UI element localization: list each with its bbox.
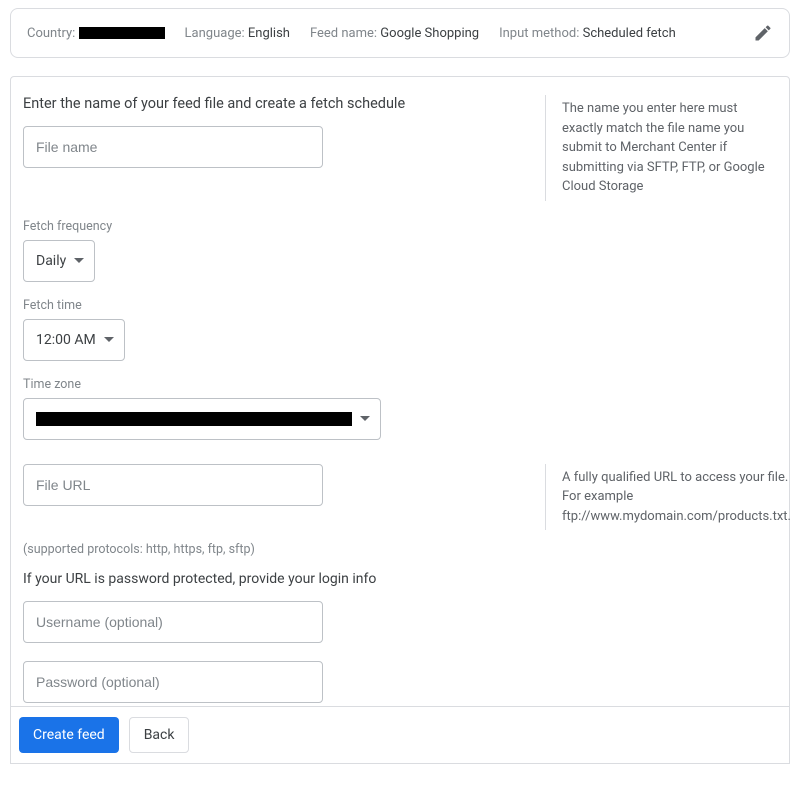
- chevron-down-icon: [360, 416, 370, 421]
- protocols-hint: (supported protocols: http, https, ftp, …: [23, 542, 777, 557]
- file-url-help-text: A fully qualified URL to access your fil…: [545, 464, 797, 531]
- fetch-time-select[interactable]: 12:00 AM: [23, 319, 125, 361]
- auth-heading: If your URL is password protected, provi…: [23, 571, 777, 587]
- password-input[interactable]: [23, 661, 323, 703]
- file-name-input[interactable]: [23, 126, 323, 168]
- summary-language: Language: English: [185, 26, 290, 41]
- pencil-icon[interactable]: [753, 23, 773, 43]
- feed-summary-bar: Country: Language: English Feed name: Go…: [10, 8, 790, 58]
- fetch-frequency-select[interactable]: Daily: [23, 240, 95, 282]
- summary-input-method: Input method: Scheduled fetch: [499, 26, 676, 41]
- file-url-input[interactable]: [23, 464, 323, 506]
- feed-setup-form: Enter the name of your feed file and cre…: [10, 76, 790, 764]
- create-feed-button[interactable]: Create feed: [19, 717, 119, 753]
- summary-feed-name: Feed name: Google Shopping: [310, 26, 479, 41]
- country-value-redacted: [79, 27, 165, 39]
- summary-country: Country:: [27, 26, 165, 41]
- fetch-time-value: 12:00 AM: [36, 332, 96, 348]
- fetch-frequency-value: Daily: [36, 253, 66, 269]
- fetch-frequency-label: Fetch frequency: [23, 219, 777, 234]
- file-name-help-text: The name you enter here must exactly mat…: [545, 95, 777, 201]
- time-zone-select[interactable]: [23, 398, 381, 440]
- chevron-down-icon: [104, 337, 114, 342]
- form-footer: Create feed Back: [11, 706, 789, 763]
- fetch-time-label: Fetch time: [23, 298, 777, 313]
- time-zone-label: Time zone: [23, 377, 777, 392]
- chevron-down-icon: [74, 258, 84, 263]
- back-button[interactable]: Back: [129, 717, 190, 753]
- username-input[interactable]: [23, 601, 323, 643]
- time-zone-value-redacted: [36, 412, 352, 426]
- file-name-heading: Enter the name of your feed file and cre…: [23, 95, 521, 112]
